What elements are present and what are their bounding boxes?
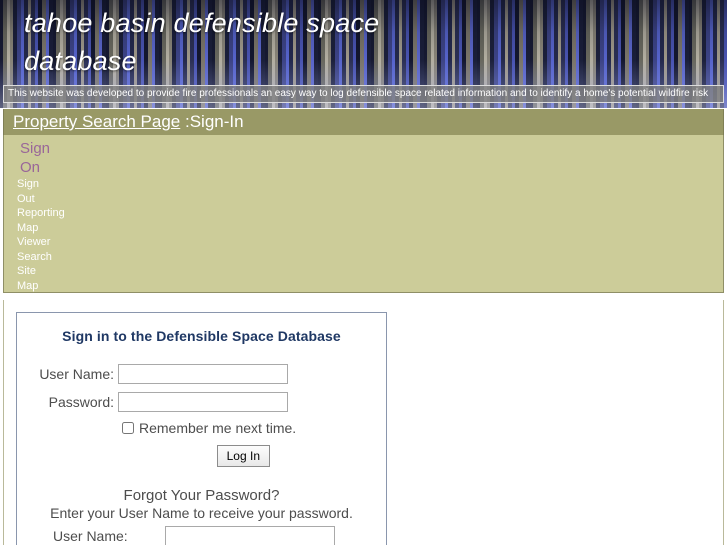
password-input[interactable] xyxy=(118,392,288,412)
site-banner: tahoe basin defensible space database Th… xyxy=(0,0,727,108)
site-title: tahoe basin defensible space database xyxy=(24,8,380,76)
breadcrumb-current-page: Sign-In xyxy=(189,112,244,131)
remember-me-checkbox[interactable] xyxy=(122,422,134,434)
login-button-row: Log In xyxy=(17,445,386,467)
nav-item-site-map[interactable]: Site Map xyxy=(11,264,73,293)
forgot-username-label: User Name: xyxy=(53,528,128,544)
password-row: Password: xyxy=(17,392,386,412)
breadcrumb-link-property-search[interactable]: Property Search Page xyxy=(13,112,180,131)
navigation-panel: Sign On Sign Out Reporting Map Viewer Se… xyxy=(3,135,724,293)
remember-me-label: Remember me next time. xyxy=(139,420,297,436)
page-root: tahoe basin defensible space database Th… xyxy=(0,0,727,545)
nav-item-map-viewer[interactable]: Map Viewer xyxy=(11,221,73,250)
main-content: Sign in to the Defensible Space Database… xyxy=(3,300,724,545)
nav-list: Sign On Sign Out Reporting Map Viewer Se… xyxy=(11,139,73,293)
login-heading: Sign in to the Defensible Space Database xyxy=(62,328,341,344)
username-row: User Name: xyxy=(17,364,386,384)
forgot-password-heading: Forgot Your Password? xyxy=(123,487,280,504)
nav-item-reporting[interactable]: Reporting xyxy=(11,206,73,221)
remember-me-row: Remember me next time. xyxy=(17,420,386,436)
password-label: Password: xyxy=(48,394,114,410)
breadcrumb: Property Search Page :Sign-In xyxy=(3,109,724,135)
log-in-button[interactable]: Log In xyxy=(216,445,270,467)
nav-item-sign-out[interactable]: Sign Out xyxy=(11,177,73,206)
username-label: User Name: xyxy=(39,366,114,382)
nav-item-sign-on[interactable]: Sign On xyxy=(11,139,73,177)
site-tagline: This website was developed to provide fi… xyxy=(3,85,724,103)
forgot-username-row: User Name: xyxy=(17,526,386,545)
forgot-password-instruction: Enter your User Name to receive your pas… xyxy=(50,505,353,521)
login-form-panel: Sign in to the Defensible Space Database… xyxy=(16,312,387,545)
nav-item-search[interactable]: Search xyxy=(11,250,73,265)
breadcrumb-separator: : xyxy=(180,112,190,131)
forgot-username-input[interactable] xyxy=(165,526,335,545)
username-input[interactable] xyxy=(118,364,288,384)
